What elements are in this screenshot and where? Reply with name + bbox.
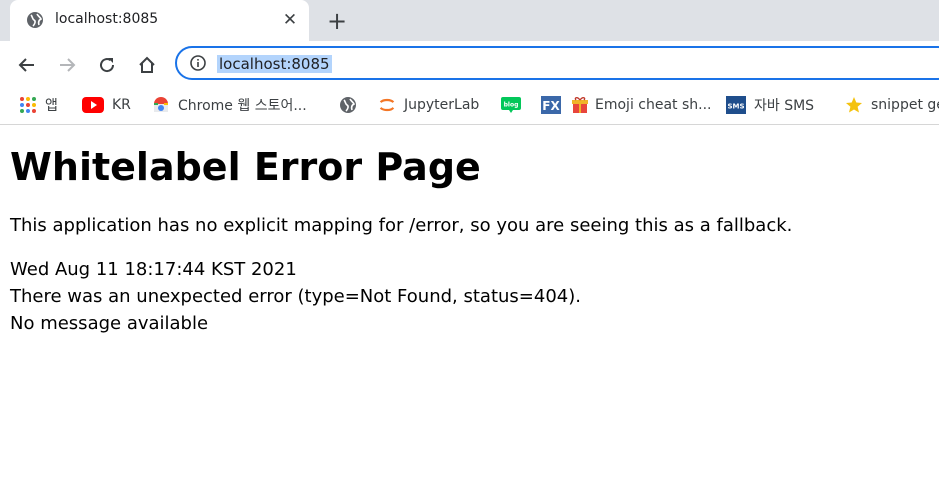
globe-icon [339, 96, 357, 114]
bookmark-java-sms[interactable]: SMS 자바 SMS [726, 95, 814, 115]
jupyter-icon [378, 96, 396, 114]
bookmark-label: KR [112, 97, 131, 113]
bookmark-snippet[interactable]: snippet ge [845, 95, 939, 115]
explanation-text: This application has no explicit mapping… [10, 215, 793, 236]
bookmark-label: Chrome 웹 스토어... [178, 98, 307, 114]
blog-icon: blog [501, 96, 521, 114]
bookmark-apps[interactable]: 앱 [19, 95, 58, 115]
sms-icon: SMS [726, 96, 746, 114]
home-icon [139, 56, 155, 73]
bookmark-emoji-cheat-sheet[interactable]: Emoji cheat sh... [571, 95, 712, 115]
address-bar[interactable]: localhost:8085 [175, 46, 939, 80]
bookmark-jupyterlab[interactable]: JupyterLab [378, 95, 479, 115]
apps-grid-icon [19, 96, 37, 114]
home-button[interactable] [133, 51, 161, 79]
bookmark-globe[interactable] [339, 95, 365, 115]
error-details: Wed Aug 11 18:17:44 KST 2021 There was a… [10, 256, 930, 337]
reload-button[interactable] [93, 51, 121, 79]
bookmark-chrome-webstore[interactable]: Chrome 웹 스토어... [152, 95, 307, 115]
error-message: No message available [10, 313, 209, 334]
chrome-webstore-icon [152, 96, 170, 114]
bookmark-blog[interactable]: blog [501, 95, 529, 115]
bookmark-label: 자바 SMS [754, 98, 815, 114]
active-tab[interactable]: localhost:8085 ✕ [10, 0, 309, 41]
page-title: Whitelabel Error Page [10, 145, 481, 189]
bookmark-label: snippet ge [871, 97, 939, 113]
fx-icon: FX [541, 96, 561, 114]
bookmarks-bar: 앱 KR Chrome 웹 스토어... JupyterLab blog FX [0, 88, 939, 125]
bookmark-label: Emoji cheat sh... [595, 97, 712, 113]
url-text[interactable]: localhost:8085 [217, 55, 332, 73]
bookmark-label: JupyterLab [404, 97, 480, 113]
svg-text:SMS: SMS [727, 103, 744, 111]
bookmark-label: 앱 [45, 98, 58, 114]
error-description: There was an unexpected error (type=Not … [10, 286, 581, 307]
new-tab-button[interactable]: + [323, 7, 351, 35]
forward-button[interactable] [53, 51, 81, 79]
close-tab-icon[interactable]: ✕ [279, 9, 301, 31]
toolbar: localhost:8085 [0, 41, 939, 88]
bookmark-fx[interactable]: FX [541, 95, 569, 115]
star-icon [845, 96, 863, 114]
reload-icon [100, 58, 115, 73]
forward-arrow-icon [60, 58, 76, 72]
info-icon[interactable] [189, 54, 207, 72]
error-timestamp: Wed Aug 11 18:17:44 KST 2021 [10, 259, 297, 280]
back-arrow-icon [18, 58, 34, 72]
tab-title: localhost:8085 [55, 11, 159, 27]
youtube-icon [82, 96, 104, 114]
globe-icon [26, 11, 44, 29]
bookmark-kr[interactable]: KR [82, 95, 131, 115]
svg-text:blog: blog [504, 102, 519, 109]
back-button[interactable] [13, 51, 41, 79]
svg-text:FX: FX [542, 99, 560, 113]
gift-icon [571, 96, 589, 114]
page-content: Whitelabel Error Page This application h… [10, 140, 930, 337]
tab-strip: localhost:8085 ✕ + [0, 0, 939, 41]
